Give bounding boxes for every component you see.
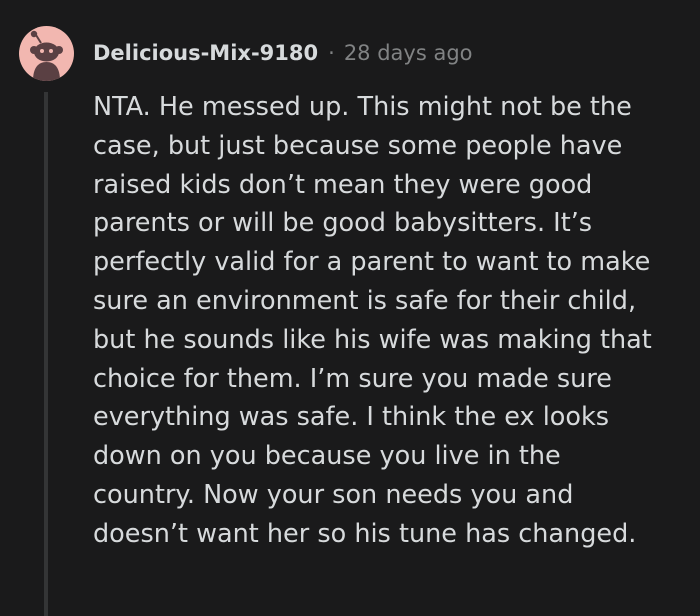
comment-line: but he sounds like his wife was making t… (93, 324, 652, 355)
comment-line: choice for them. I’m sure you made sure (93, 363, 612, 394)
comment-line: parents or will be good babysitters. It’… (93, 208, 593, 239)
comment-line: NTA. He messed up. This might not be the (93, 92, 632, 122)
avatar[interactable] (19, 26, 74, 81)
comment-line: perfectly valid for a parent to want to … (93, 247, 651, 278)
thread-collapse-line[interactable] (44, 92, 48, 616)
comment-line: sure an environment is safe for their ch… (93, 285, 637, 316)
reddit-snoo-icon (30, 30, 63, 81)
comment-line: case, but just because some people have (93, 130, 623, 161)
comment-line: doesn’t want her so his tune has changed… (93, 518, 637, 549)
username-link[interactable]: Delicious-Mix-9180 (93, 41, 318, 65)
comment: Delicious-Mix-9180 · 28 days ago NTA. He… (0, 0, 700, 616)
comment-line: down on you because you live in the (93, 441, 561, 472)
meta-separator: · (328, 41, 335, 65)
comment-line: everything was safe. I think the ex look… (93, 402, 610, 433)
comment-line: country. Now your son needs you and (93, 479, 574, 510)
comment-body: NTA. He messed up. This might not be the… (93, 88, 678, 554)
comment-line: raised kids don’t mean they were good (93, 169, 593, 200)
comment-timestamp[interactable]: 28 days ago (344, 41, 473, 65)
comment-meta: Delicious-Mix-9180 · 28 days ago (93, 36, 473, 70)
